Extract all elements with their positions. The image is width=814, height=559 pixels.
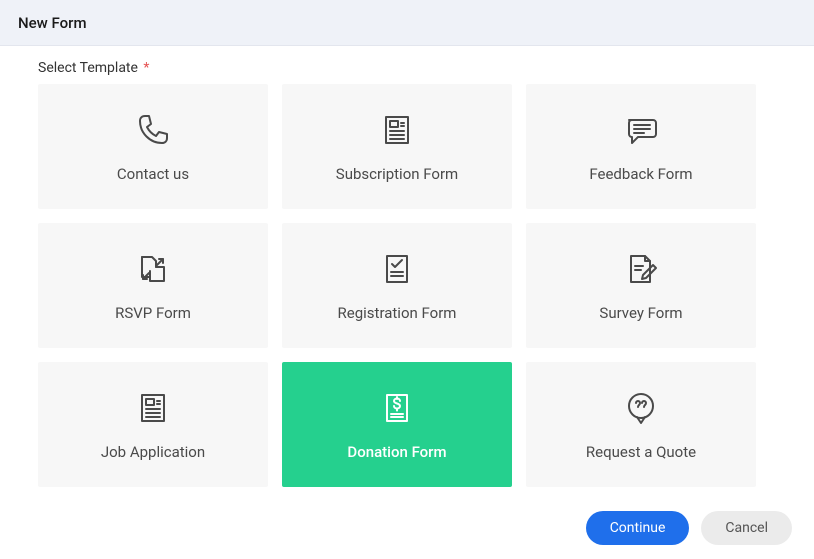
template-card-survey-form[interactable]: Survey Form <box>526 223 756 348</box>
template-card-subscription-form[interactable]: Subscription Form <box>282 84 512 209</box>
template-label: Donation Form <box>347 443 446 461</box>
template-label: Survey Form <box>599 304 682 322</box>
modal-header: New Form <box>0 0 814 46</box>
file-transfer-icon <box>135 250 171 288</box>
quote-bubble-icon <box>623 389 659 427</box>
modal-content: Select Template * Contact us <box>0 46 814 487</box>
template-label: Request a Quote <box>586 443 696 461</box>
template-label: Subscription Form <box>336 165 458 183</box>
template-label: Job Application <box>101 443 205 461</box>
file-dollar-icon <box>379 389 415 427</box>
template-card-job-application[interactable]: Job Application <box>38 362 268 487</box>
cancel-button[interactable]: Cancel <box>701 511 792 545</box>
select-template-label: Select Template * <box>38 60 796 76</box>
speech-bubble-icon <box>623 111 659 149</box>
section-label-text: Select Template <box>38 60 138 76</box>
phone-icon <box>135 111 171 149</box>
template-card-request-a-quote[interactable]: Request a Quote <box>526 362 756 487</box>
template-card-feedback-form[interactable]: Feedback Form <box>526 84 756 209</box>
template-label: Contact us <box>117 165 189 183</box>
template-label: Feedback Form <box>589 165 692 183</box>
modal-title: New Form <box>18 14 796 32</box>
file-check-icon <box>379 250 415 288</box>
template-grid: Contact us Subscription Form <box>38 84 796 487</box>
template-card-rsvp-form[interactable]: RSVP Form <box>38 223 268 348</box>
modal-footer: Continue Cancel <box>586 511 792 545</box>
continue-button[interactable]: Continue <box>586 511 690 545</box>
template-label: Registration Form <box>338 304 457 322</box>
template-label: RSVP Form <box>115 304 191 322</box>
template-card-contact-us[interactable]: Contact us <box>38 84 268 209</box>
newspaper-icon <box>379 111 415 149</box>
template-card-registration-form[interactable]: Registration Form <box>282 223 512 348</box>
file-pencil-icon <box>623 250 659 288</box>
required-asterisk: * <box>143 60 149 76</box>
template-card-donation-form[interactable]: Donation Form <box>282 362 512 487</box>
newspaper-icon <box>135 389 171 427</box>
